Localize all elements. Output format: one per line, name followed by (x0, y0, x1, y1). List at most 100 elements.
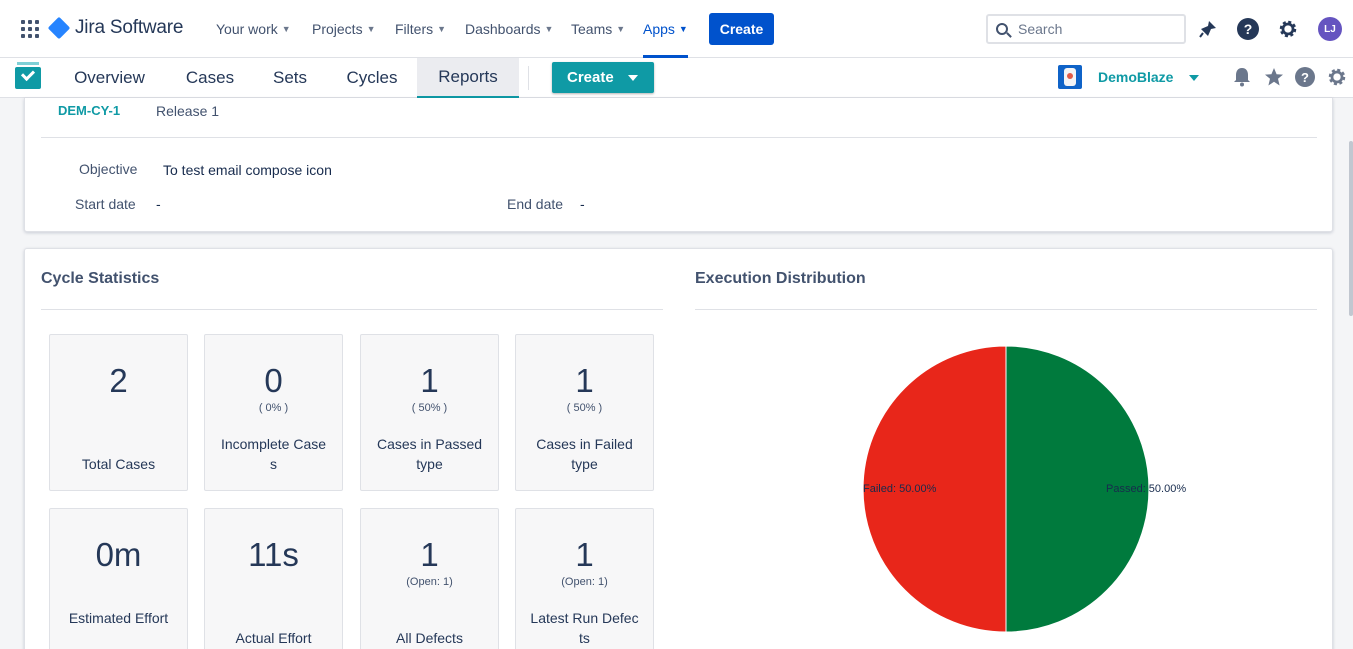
chevron-down-icon: ▼ (678, 24, 688, 34)
start-date-value: - (156, 196, 161, 212)
stat-label: Cases in Failed type (536, 436, 633, 472)
app-switcher-icon[interactable] (21, 20, 39, 38)
create-label: Create (567, 69, 614, 86)
nav-teams[interactable]: Teams ▼ (571, 0, 625, 58)
stat-label: Estimated Effort (68, 610, 169, 626)
stat-label: Latest Run Defects (530, 610, 639, 646)
tab-cases[interactable]: Cases (168, 58, 252, 98)
stat-value: 2 (109, 362, 128, 399)
pie-label-passed: Passed: 50.00% (1106, 483, 1186, 495)
notifications-icon[interactable] (1196, 17, 1220, 41)
stat-value: 0m (95, 536, 142, 573)
search-icon (996, 23, 1008, 35)
nav-label: Dashboards (465, 21, 541, 37)
nav-label: Teams (571, 21, 613, 37)
scrollbar-thumb[interactable] (1349, 141, 1353, 316)
divider (528, 66, 529, 90)
nav-dashboards[interactable]: Dashboards ▼ (465, 0, 553, 58)
divider (41, 309, 663, 310)
stat-value: 11s (248, 536, 299, 573)
objective-value: To test email compose icon (163, 162, 332, 178)
cycle-details-card: DEM-CY-1 Release 1 Objective To test ema… (24, 98, 1333, 232)
stat-all-defects: 1 (Open: 1) All Defects (360, 508, 499, 649)
objective-label: Objective (79, 161, 138, 177)
nav-label: Your work (216, 21, 278, 37)
project-selector[interactable]: DemoBlaze (1098, 69, 1173, 85)
cycle-statistics-title: Cycle Statistics (41, 270, 160, 287)
bell-icon[interactable] (1231, 66, 1253, 88)
top-navigation-bar: Jira Software Your work ▼ Projects ▼ Filte… (0, 0, 1353, 58)
stat-sub: (Open: 1) (561, 576, 608, 588)
app-logo-icon[interactable] (14, 62, 42, 92)
pie-label-failed: Failed: 50.00% (863, 483, 937, 495)
start-date-label: Start date (75, 196, 136, 212)
star-icon[interactable] (1263, 66, 1285, 88)
end-date-label: End date (507, 196, 564, 212)
stat-value: 1 (575, 362, 594, 399)
chevron-down-icon: ▼ (437, 24, 447, 34)
app-navigation-bar: Overview Cases Sets Cycles Reports Creat… (0, 58, 1353, 98)
create-button[interactable]: Create (709, 13, 774, 45)
settings-icon[interactable] (1276, 17, 1300, 41)
execution-distribution-pie-chart: Passed: 50.00% Failed: 50.00% (862, 345, 1186, 633)
stat-total-cases: 2 Total Cases (49, 334, 188, 491)
cycle-key-link[interactable]: DEM-CY-1 (58, 103, 120, 118)
nav-label: Projects (312, 21, 363, 37)
gear-icon[interactable] (1326, 66, 1348, 88)
stat-label: Cases in Passed type (376, 436, 483, 472)
stat-label: Actual Effort (235, 630, 312, 646)
stat-value: 1 (575, 536, 594, 573)
stat-estimated-effort: 0m Estimated Effort (49, 508, 188, 649)
divider (41, 137, 1317, 138)
jira-logo[interactable]: Jira Software (47, 16, 184, 40)
help-icon[interactable]: ? (1294, 66, 1316, 88)
cycle-name: Release 1 (156, 103, 220, 119)
user-avatar[interactable]: LJ (1318, 17, 1342, 41)
help-icon[interactable]: ? (1236, 17, 1260, 41)
caret-down-icon (627, 74, 638, 81)
nav-apps[interactable]: Apps ▼ (643, 0, 688, 58)
stat-failed-cases: 1 ( 50% ) Cases in Failed type (515, 334, 654, 491)
nav-projects[interactable]: Projects ▼ (312, 0, 376, 58)
help-glyph: ? (1295, 67, 1315, 87)
project-icon[interactable] (1058, 65, 1082, 89)
stat-sub: ( 50% ) (566, 402, 603, 414)
create-dropdown-button[interactable]: Create (552, 62, 654, 93)
tab-cycles[interactable]: Cycles (330, 58, 414, 98)
nav-label: Apps (643, 21, 675, 37)
stat-sub: (Open: 1) (406, 576, 453, 588)
avatar-initials: LJ (1318, 17, 1342, 41)
caret-down-icon[interactable] (1189, 75, 1199, 81)
tab-overview[interactable]: Overview (60, 58, 159, 98)
product-name: Jira Software (75, 17, 184, 38)
search-input[interactable] (1018, 21, 1168, 37)
stat-value: 0 (264, 362, 283, 399)
nav-label: Filters (395, 21, 434, 37)
statistics-card: Cycle Statistics Execution Distribution … (24, 248, 1333, 649)
nav-your-work[interactable]: Your work ▼ (216, 0, 291, 58)
stat-label: All Defects (396, 630, 463, 646)
stat-label: Incomplete Cases (220, 436, 327, 472)
chevron-down-icon: ▼ (366, 24, 376, 34)
chevron-down-icon: ▼ (616, 24, 626, 34)
help-glyph: ? (1237, 18, 1259, 40)
search-box[interactable] (986, 14, 1186, 44)
divider (695, 309, 1317, 310)
end-date-value: - (580, 196, 585, 212)
tab-reports[interactable]: Reports (417, 58, 519, 98)
chevron-down-icon: ▼ (281, 24, 291, 34)
execution-distribution-title: Execution Distribution (695, 270, 866, 287)
stat-latest-run-defects: 1 (Open: 1) Latest Run Defects (515, 508, 654, 649)
stat-passed-cases: 1 ( 50% ) Cases in Passed type (360, 334, 499, 491)
tab-sets[interactable]: Sets (262, 58, 318, 98)
nav-filters[interactable]: Filters ▼ (395, 0, 446, 58)
jira-logo-icon (47, 16, 71, 40)
stat-incomplete-cases: 0 ( 0% ) Incomplete Cases (204, 334, 343, 491)
chevron-down-icon: ▼ (544, 24, 554, 34)
stat-actual-effort: 11s Actual Effort (204, 508, 343, 649)
stat-label: Total Cases (81, 456, 156, 472)
stat-value: 1 (420, 536, 439, 573)
stat-value: 1 (420, 362, 439, 399)
stat-sub: ( 50% ) (411, 402, 448, 414)
stat-sub: ( 0% ) (258, 402, 289, 414)
